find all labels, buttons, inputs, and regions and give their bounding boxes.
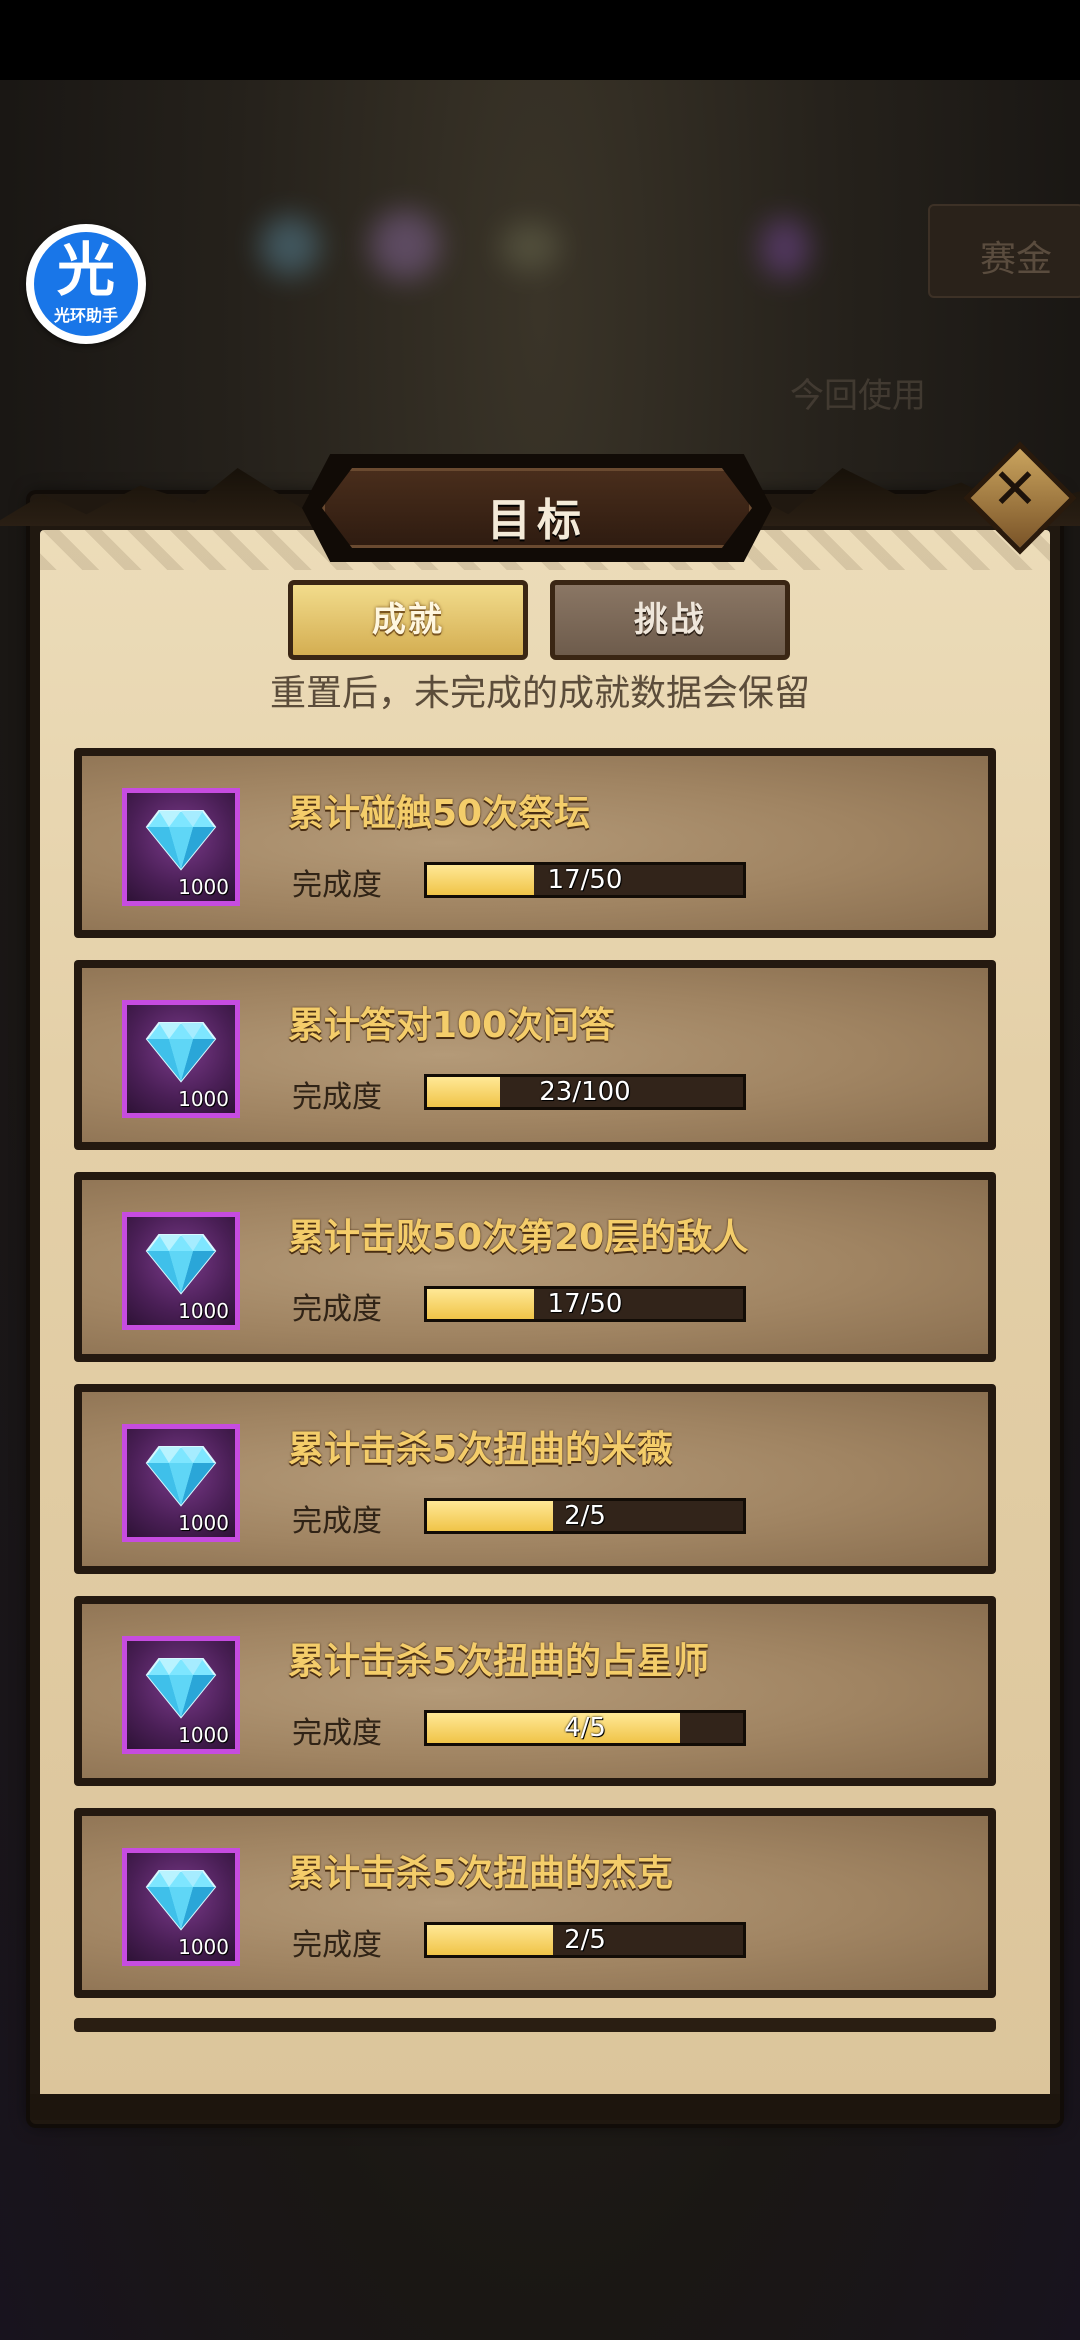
reward-item[interactable]: 1000 bbox=[122, 1000, 240, 1118]
background-blob bbox=[260, 216, 320, 276]
list-bottom-edge bbox=[74, 2018, 996, 2032]
progress-label: 完成度 bbox=[292, 1504, 382, 1539]
tab-challenges-label: 挑战 bbox=[634, 600, 706, 640]
achievement-row: 1000 累计答对100次问答完成度 23/100 bbox=[74, 960, 996, 1150]
helper-logo-text: 光环助手 bbox=[53, 306, 118, 325]
progress-text: 17/50 bbox=[547, 1289, 623, 1319]
reward-quantity: 1000 bbox=[178, 1511, 229, 1535]
reward-item[interactable]: 1000 bbox=[122, 788, 240, 906]
reward-item[interactable]: 1000 bbox=[122, 1212, 240, 1330]
diamond-icon bbox=[145, 1234, 217, 1295]
background-caption: 今回使用 bbox=[790, 376, 926, 416]
background-blob bbox=[370, 210, 440, 280]
progress-text: 23/100 bbox=[539, 1077, 631, 1107]
reward-quantity: 1000 bbox=[178, 875, 229, 899]
achievement-title: 累计击杀5次扭曲的米薇 bbox=[288, 1429, 674, 1470]
close-button[interactable]: ✕ bbox=[963, 441, 1077, 555]
achievement-row: 1000 累计碰触50次祭坛完成度 17/50 bbox=[74, 748, 996, 938]
achievement-row: 1000 累计击杀5次扭曲的杰克完成度 2/5 bbox=[74, 1808, 996, 1998]
page-title: 目标 bbox=[487, 495, 587, 546]
progress-label: 完成度 bbox=[292, 1928, 382, 1963]
achievement-card: 1000 累计击杀5次扭曲的米薇完成度 2/5 bbox=[82, 1392, 988, 1566]
achievement-row: 1000 累计击败50次第20层的敌人完成度 17/50 bbox=[74, 1172, 996, 1362]
progress-bar: 17/50 bbox=[424, 1286, 746, 1322]
achievement-card: 1000 累计答对100次问答完成度 23/100 bbox=[82, 968, 988, 1142]
progress-text: 4/5 bbox=[564, 1713, 606, 1743]
progress-bar: 4/5 bbox=[424, 1710, 746, 1746]
progress-label: 完成度 bbox=[292, 868, 382, 903]
achievement-card: 1000 累计击杀5次扭曲的占星师完成度 4/5 bbox=[82, 1604, 988, 1778]
progress-bar: 2/5 bbox=[424, 1498, 746, 1534]
achievement-title: 累计答对100次问答 bbox=[288, 1005, 616, 1046]
reward-quantity: 1000 bbox=[178, 1299, 229, 1323]
achievement-row: 1000 累计击杀5次扭曲的米薇完成度 2/5 bbox=[74, 1384, 996, 1574]
title-plate: 目标 bbox=[302, 454, 772, 562]
achievement-card: 1000 累计碰触50次祭坛完成度 17/50 bbox=[82, 756, 988, 930]
reward-item[interactable]: 1000 bbox=[122, 1636, 240, 1754]
helper-logo-char: 光 bbox=[56, 236, 115, 304]
achievement-title: 累计碰触50次祭坛 bbox=[288, 793, 591, 834]
achievement-title: 累计击杀5次扭曲的杰克 bbox=[288, 1853, 674, 1894]
progress-label: 完成度 bbox=[292, 1292, 382, 1327]
achievement-row: 1000 累计击杀5次扭曲的占星师完成度 4/5 bbox=[74, 1596, 996, 1786]
background-blob bbox=[500, 222, 560, 272]
progress-text: 2/5 bbox=[564, 1925, 606, 1955]
progress-label: 完成度 bbox=[292, 1080, 382, 1115]
panel-bottom-border bbox=[30, 2094, 1060, 2120]
progress-bar: 17/50 bbox=[424, 862, 746, 898]
progress-text: 2/5 bbox=[564, 1501, 606, 1531]
tab-achievements[interactable]: 成就 bbox=[288, 580, 528, 660]
progress-text: 17/50 bbox=[547, 865, 623, 895]
diamond-icon bbox=[145, 1658, 217, 1719]
diamond-icon bbox=[145, 810, 217, 871]
tab-challenges[interactable]: 挑战 bbox=[550, 580, 790, 660]
background-button-label: 赛金 bbox=[980, 239, 1053, 280]
progress-label: 完成度 bbox=[292, 1716, 382, 1751]
reward-quantity: 1000 bbox=[178, 1723, 229, 1747]
reward-item[interactable]: 1000 bbox=[122, 1424, 240, 1542]
achievement-title: 累计击杀5次扭曲的占星师 bbox=[288, 1641, 710, 1682]
reward-quantity: 1000 bbox=[178, 1087, 229, 1111]
background-button: 赛金 bbox=[928, 204, 1080, 298]
background-blob bbox=[760, 218, 810, 278]
progress-bar: 2/5 bbox=[424, 1922, 746, 1958]
status-bar bbox=[0, 0, 1080, 80]
progress-bar: 23/100 bbox=[424, 1074, 746, 1110]
achievement-card: 1000 累计击败50次第20层的敌人完成度 17/50 bbox=[82, 1180, 988, 1354]
reward-quantity: 1000 bbox=[178, 1935, 229, 1959]
close-icon: ✕ bbox=[991, 457, 1039, 522]
diamond-icon bbox=[145, 1446, 217, 1507]
tab-achievements-label: 成就 bbox=[372, 600, 444, 640]
achievement-card: 1000 累计击杀5次扭曲的杰克完成度 2/5 bbox=[82, 1816, 988, 1990]
diamond-icon bbox=[145, 1022, 217, 1083]
helper-logo[interactable]: 光 光环助手 bbox=[26, 224, 146, 344]
diamond-icon bbox=[145, 1870, 217, 1931]
reset-notice: 重置后，未完成的成就数据会保留 bbox=[269, 673, 810, 714]
achievement-title: 累计击败50次第20层的敌人 bbox=[288, 1217, 749, 1258]
reward-item[interactable]: 1000 bbox=[122, 1848, 240, 1966]
